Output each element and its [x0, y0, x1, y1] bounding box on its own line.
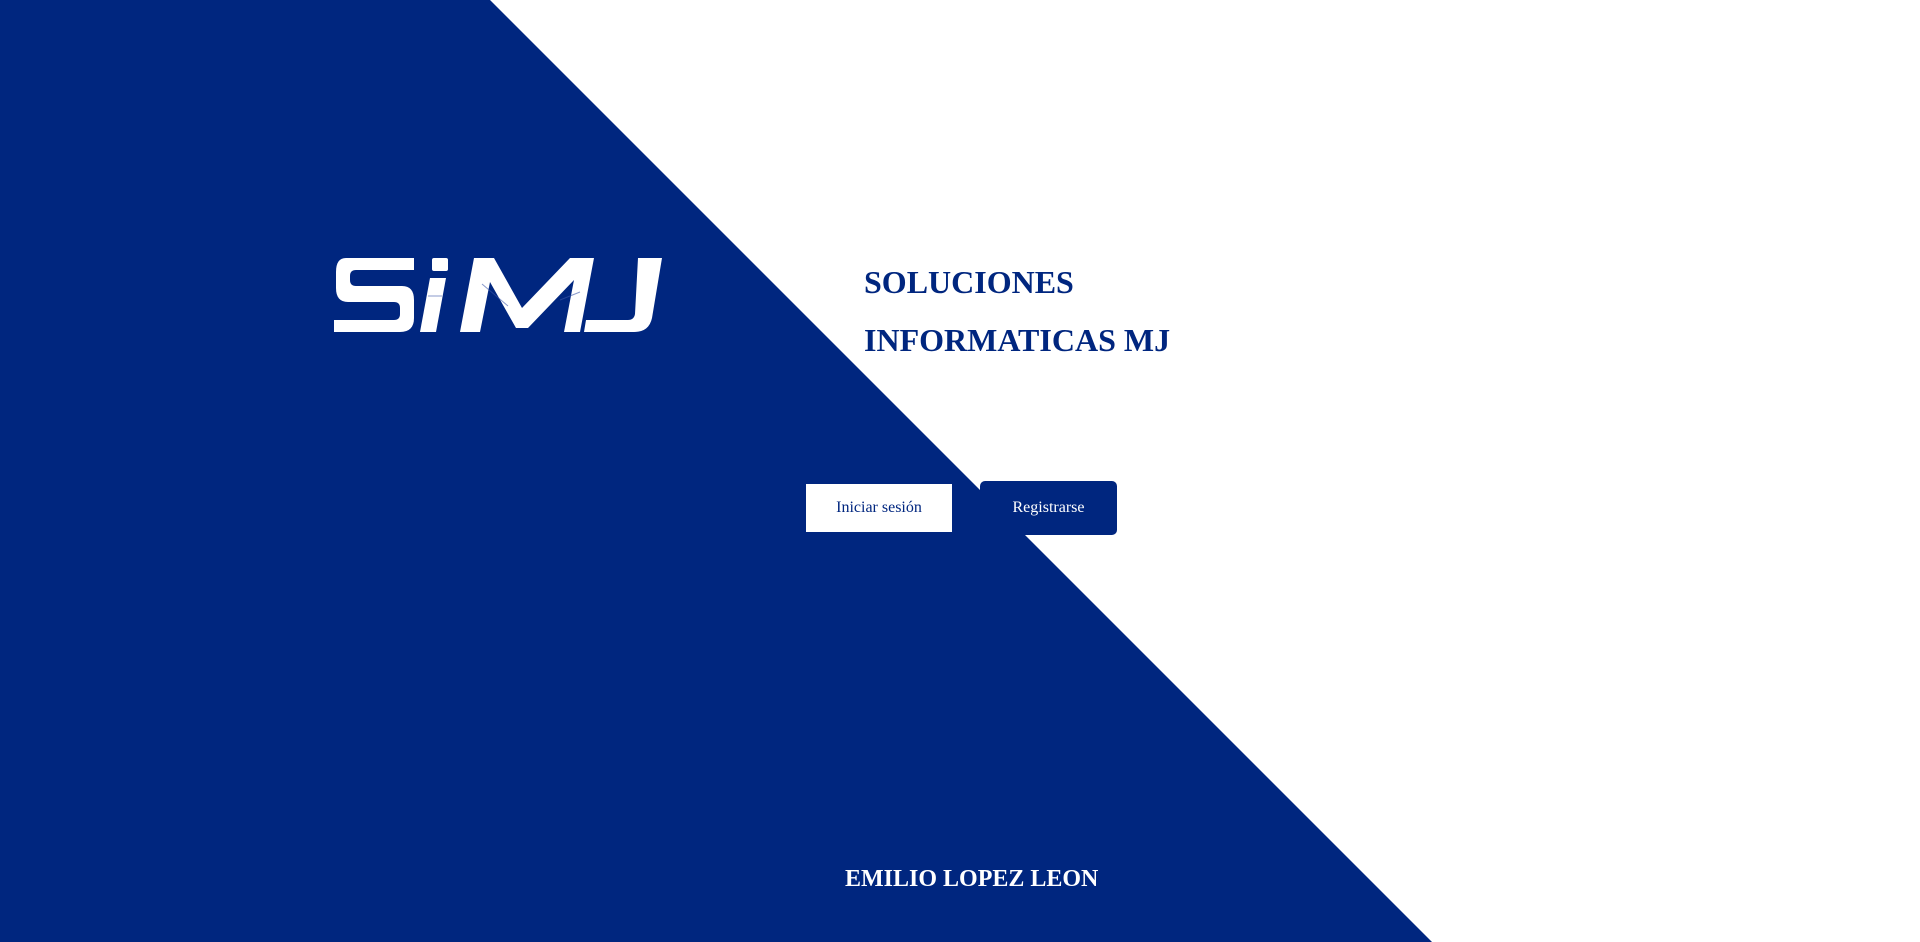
company-title-line1: SOLUCIONES — [864, 264, 1074, 300]
background-diagonal-shape — [0, 0, 1432, 942]
register-button[interactable]: Registrarse — [980, 481, 1117, 535]
login-button[interactable]: Iniciar sesión — [806, 484, 952, 532]
company-title-line2: INFORMATICAS MJ — [864, 322, 1171, 358]
simj-logo — [334, 258, 662, 332]
company-title: SOLUCIONES INFORMATICAS MJ — [864, 253, 1170, 369]
landing-page: SOLUCIONES INFORMATICAS MJ Iniciar sesió… — [0, 0, 1920, 942]
footer-author: EMILIO LOPEZ LEON — [845, 866, 1099, 892]
